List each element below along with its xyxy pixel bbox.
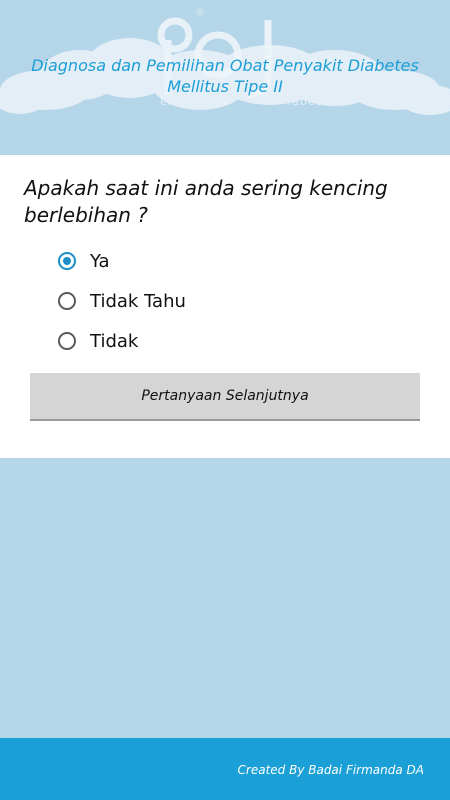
credit-text: Created By Badai Firmanda DA bbox=[237, 763, 424, 777]
radio-button-icon[interactable] bbox=[58, 292, 76, 310]
footer: Created By Badai Firmanda DA bbox=[0, 738, 450, 800]
radio-button-icon[interactable] bbox=[58, 332, 76, 350]
option-label: Tidak bbox=[90, 330, 139, 352]
option-tidak-tahu[interactable]: Tidak Tahu bbox=[58, 287, 186, 315]
app-title: Diagnosa dan Pemilihan Obat Penyakit Dia… bbox=[31, 56, 419, 96]
option-tidak[interactable]: Tidak bbox=[58, 327, 138, 355]
question-card: Apakah saat ini anda sering kencing berl… bbox=[0, 155, 450, 458]
option-ya[interactable]: Ya bbox=[58, 247, 110, 275]
next-question-button[interactable]: Pertanyaan Selanjutnya bbox=[30, 373, 420, 421]
radio-button-checked-icon[interactable] bbox=[58, 252, 76, 270]
option-label: Ya bbox=[90, 250, 110, 272]
app-header: bat emilihan iabetes Diagnosa dan Pemili… bbox=[0, 0, 450, 155]
question-text: Apakah saat ini anda sering kencing berl… bbox=[24, 176, 388, 227]
option-label: Tidak Tahu bbox=[90, 290, 186, 312]
